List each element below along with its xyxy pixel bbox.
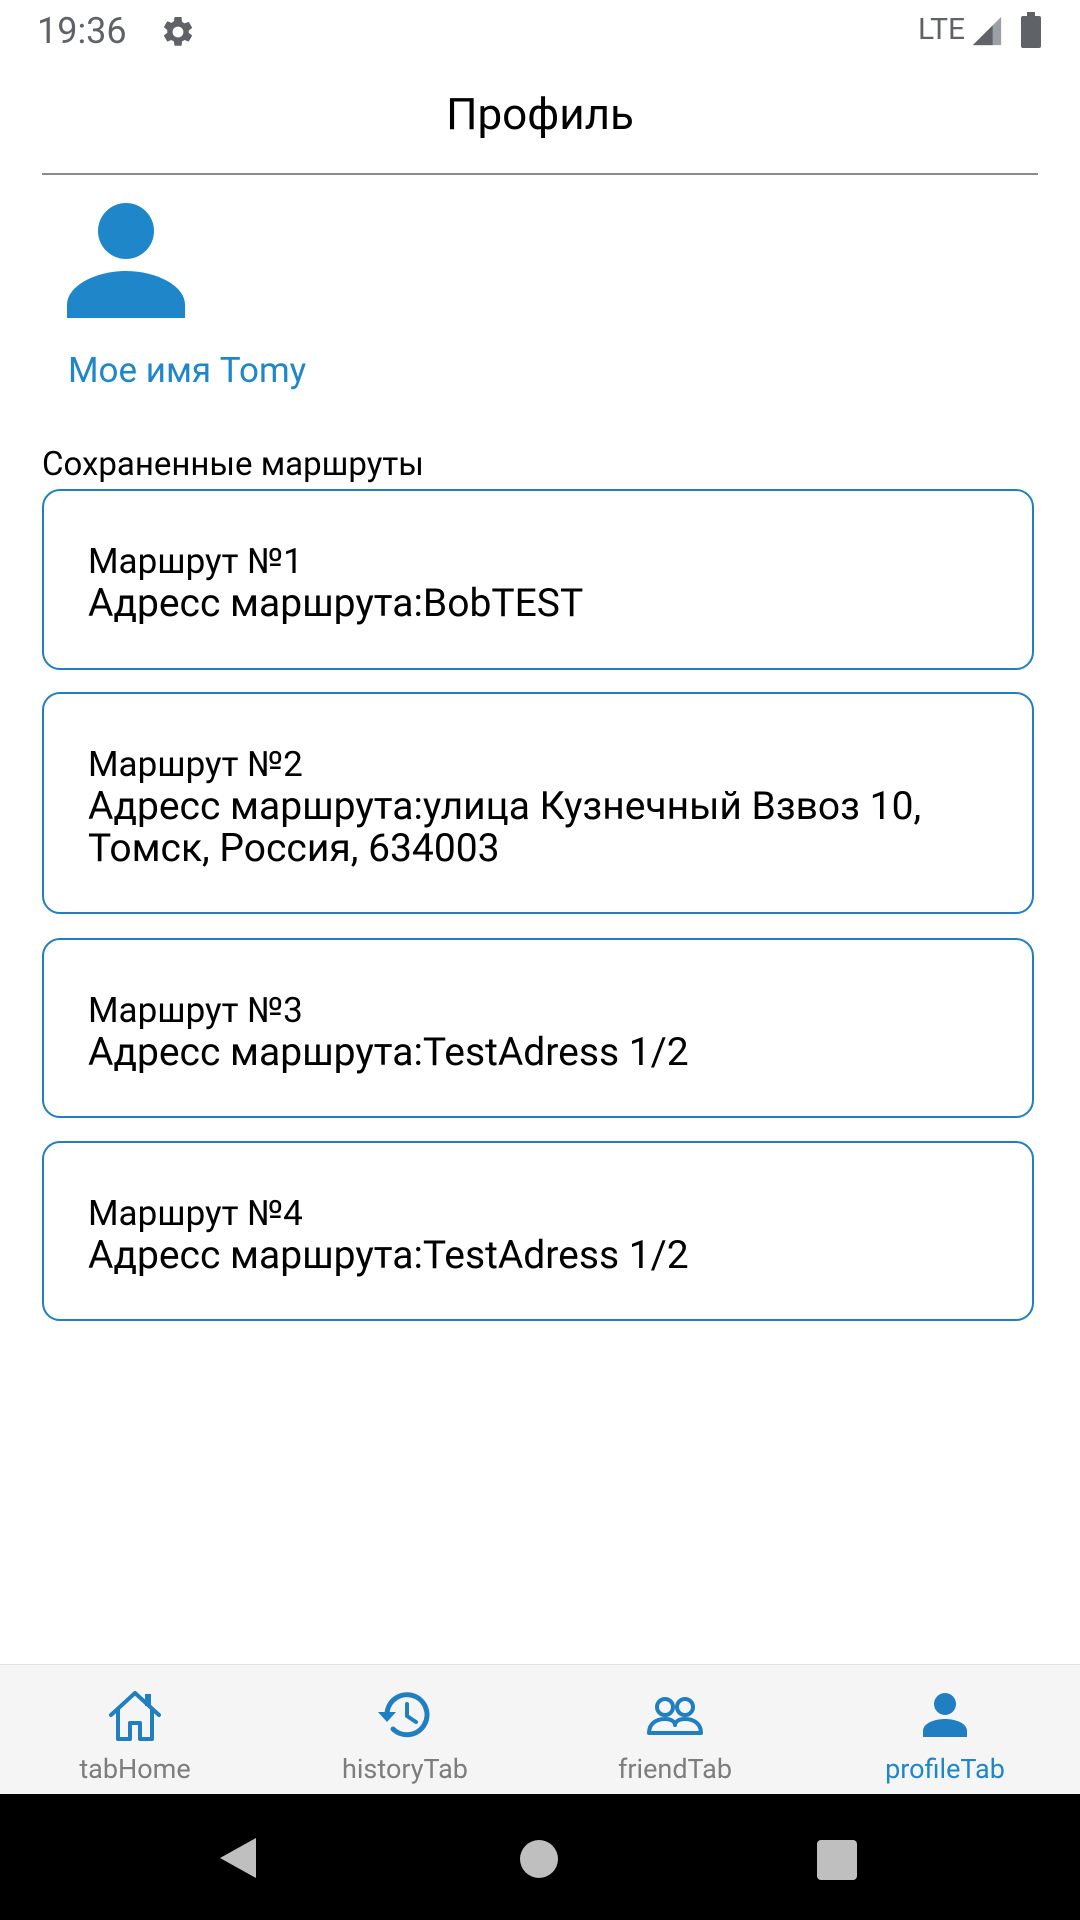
route-number: Маршрут №3 bbox=[88, 990, 303, 1031]
back-icon[interactable] bbox=[218, 1836, 258, 1880]
tab-friends[interactable]: friendTab bbox=[540, 1665, 810, 1795]
network-type: LTE bbox=[918, 12, 966, 47]
tab-label: tabHome bbox=[79, 1753, 191, 1785]
friends-icon bbox=[647, 1697, 703, 1735]
route-number: Маршрут №1 bbox=[88, 541, 303, 582]
gear-icon bbox=[163, 16, 193, 46]
page-title: Профиль bbox=[446, 88, 634, 140]
tab-label: friendTab bbox=[617, 1753, 733, 1785]
route-address: Адресс маршрута:TestAdress 1/2 bbox=[88, 1029, 689, 1075]
route-address: Адресс маршрута:BobTEST bbox=[88, 580, 584, 626]
status-bar: 19:36 LTE bbox=[0, 0, 1080, 63]
route-card-3[interactable]: Маршрут №3 Адресс маршрута:TestAdress 1/… bbox=[42, 938, 1034, 1118]
status-time: 19:36 bbox=[37, 10, 127, 52]
route-card-4[interactable]: Маршрут №4 Адресс маршрута:TestAdress 1/… bbox=[42, 1141, 1034, 1321]
bottom-tab-bar: tabHome historyTab friendTab profileTab bbox=[0, 1664, 1080, 1794]
avatar bbox=[67, 203, 185, 318]
header-divider bbox=[42, 173, 1038, 175]
route-card-2[interactable]: Маршрут №2 Адресс маршрута:улица Кузнечн… bbox=[42, 692, 1034, 914]
battery-icon bbox=[1021, 12, 1041, 48]
route-address: Адресс маршрута:TestAdress 1/2 bbox=[88, 1232, 689, 1278]
tab-profile[interactable]: profileTab bbox=[810, 1665, 1080, 1795]
tab-label: profileTab bbox=[885, 1753, 1005, 1785]
tab-home[interactable]: tabHome bbox=[0, 1665, 270, 1795]
person-icon bbox=[923, 1693, 967, 1737]
recent-apps-icon[interactable] bbox=[817, 1840, 857, 1880]
profile-screen: 19:36 LTE Профиль Мое имя Tomy Сохраненн… bbox=[0, 0, 1080, 1920]
history-icon bbox=[378, 1692, 430, 1738]
home-icon bbox=[109, 1691, 161, 1741]
user-name[interactable]: Мое имя Tomy bbox=[68, 350, 306, 391]
home-button-icon[interactable] bbox=[520, 1840, 558, 1878]
route-number: Маршрут №2 bbox=[88, 744, 303, 785]
tab-history[interactable]: historyTab bbox=[270, 1665, 540, 1795]
route-card-1[interactable]: Маршрут №1 Адресс маршрута:BobTEST bbox=[42, 489, 1034, 670]
tab-label: historyTab bbox=[342, 1753, 468, 1785]
route-address: Адресс маршрута:улица Кузнечный Взвоз 10… bbox=[88, 783, 922, 871]
signal-icon bbox=[972, 16, 1002, 46]
route-number: Маршрут №4 bbox=[88, 1193, 303, 1234]
saved-routes-title: Сохраненные маршруты bbox=[42, 445, 424, 484]
system-nav-bar bbox=[0, 1794, 1080, 1920]
